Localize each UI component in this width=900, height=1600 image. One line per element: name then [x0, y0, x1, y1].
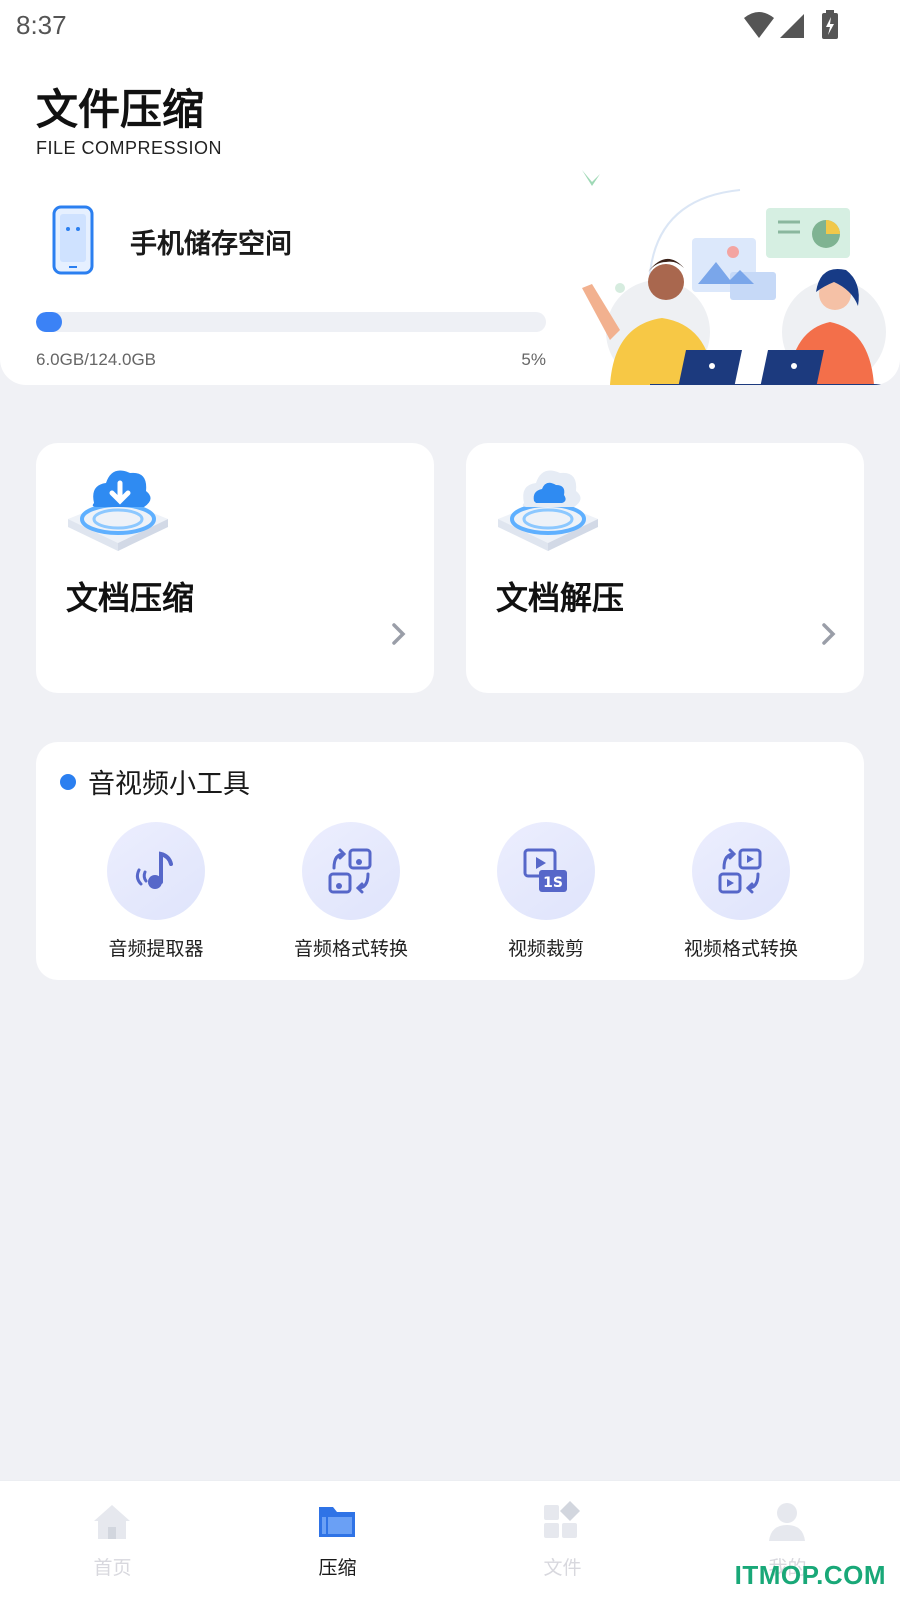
page-subtitle: FILE COMPRESSION: [36, 138, 223, 158]
signal-icon: [780, 14, 804, 38]
storage-progress-bar: [36, 312, 546, 332]
tool-label: 音频格式转换: [293, 938, 408, 960]
nav-label: 压缩: [318, 1557, 357, 1579]
status-bar: 8:37: [0, 0, 900, 50]
av-tools-title: 音视频小工具: [88, 769, 250, 800]
tool-video-trim[interactable]: 1S 视频裁剪: [456, 822, 636, 972]
storage-used-text: 6.0GB/124.0GB: [36, 350, 157, 369]
decompress-card[interactable]: 文档解压: [466, 443, 864, 693]
wifi-icon: [744, 12, 774, 38]
video-convert-icon: [718, 848, 762, 894]
compress-card-title: 文档压缩: [66, 579, 195, 617]
user-icon: [769, 1503, 805, 1541]
compress-card[interactable]: 文档压缩: [36, 443, 434, 693]
tool-icon-circle: [302, 822, 400, 920]
video-trim-icon: 1S: [523, 848, 567, 892]
office-illustration: [582, 170, 900, 385]
phone-icon: [52, 205, 94, 275]
chevron-right-icon: [822, 623, 836, 645]
battery-charging-icon: [822, 10, 838, 39]
tool-audio-format-convert[interactable]: 音频格式转换: [261, 822, 441, 972]
nav-item-compress[interactable]: 压缩: [225, 1481, 450, 1600]
cloud-download-icon: [68, 470, 168, 551]
tool-label: 视频格式转换: [683, 938, 798, 960]
chevron-right-icon: [392, 623, 406, 645]
tool-video-format-convert[interactable]: 视频格式转换: [651, 822, 831, 972]
page-title: 文件压缩: [36, 85, 205, 134]
home-icon: [94, 1505, 130, 1539]
audio-convert-icon: [328, 848, 372, 894]
storage-percent-text: 5%: [521, 350, 546, 369]
folder-icon: [319, 1507, 355, 1537]
tool-label: 视频裁剪: [507, 938, 584, 960]
nav-item-files[interactable]: 文件: [450, 1481, 675, 1600]
storage-progress-fill: [36, 312, 62, 332]
decompress-card-title: 文档解压: [496, 579, 625, 617]
storage-label: 手机储存空间: [130, 229, 292, 260]
header-panel: 文件压缩 FILE COMPRESSION 手机储存空间 6.0GB/124.0…: [0, 50, 900, 385]
tool-label: 音频提取器: [108, 938, 204, 960]
tool-icon-circle: 1S: [497, 822, 595, 920]
nav-label: 文件: [543, 1557, 582, 1579]
section-dot: [60, 774, 76, 790]
svg-text:1S: 1S: [543, 875, 563, 891]
status-icons: [744, 10, 838, 39]
tool-icon-circle: [692, 822, 790, 920]
nav-item-home[interactable]: 首页: [0, 1481, 225, 1600]
music-note-icon: [135, 851, 173, 889]
av-tools-panel: 音视频小工具 音频提取器 音频格式转换 1S 视频裁剪 视频格式转换: [36, 742, 864, 980]
cloud-icon: [498, 470, 598, 551]
nav-label: 首页: [93, 1557, 132, 1579]
watermark: ITMOP.COM: [734, 1560, 886, 1590]
tool-icon-circle: [107, 822, 205, 920]
apps-icon: [544, 1501, 580, 1538]
tool-audio-extractor[interactable]: 音频提取器: [66, 822, 246, 972]
status-time: 8:37: [16, 10, 67, 40]
